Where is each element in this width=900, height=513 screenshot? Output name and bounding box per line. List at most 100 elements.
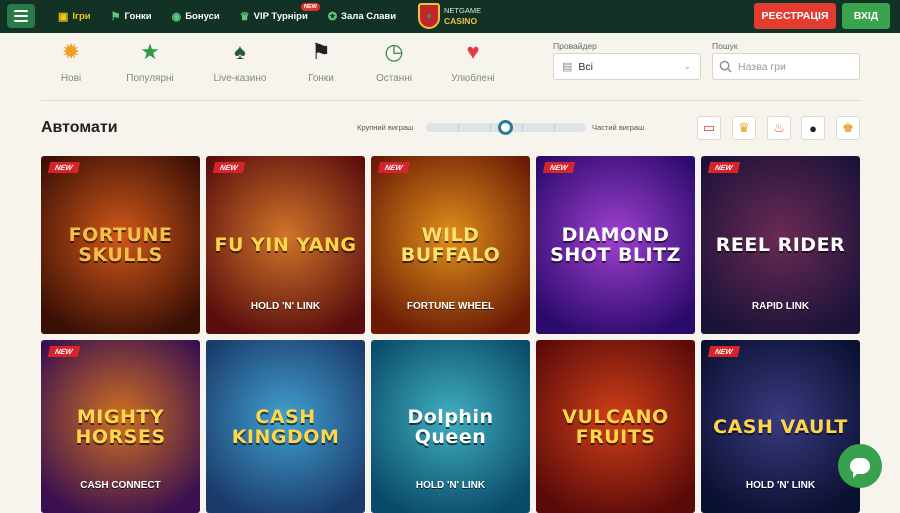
- nav-label: Бонуси: [185, 11, 220, 22]
- bomb-icon: ●: [809, 120, 817, 136]
- game-title: WILD BUFFALO: [400, 224, 501, 266]
- category-label: Гонки: [308, 73, 334, 84]
- new-badge-icon: ✹: [61, 39, 81, 64]
- nav-item-races[interactable]: ⚑ Гонки: [111, 10, 152, 23]
- game-subtitle: HOLD 'N' LINK: [745, 480, 816, 491]
- filter-trophy-button[interactable]: ♛: [732, 116, 756, 140]
- gamepad-icon: ▣: [58, 11, 69, 23]
- heart-icon: ♥: [466, 39, 480, 64]
- fire-icon: ♨: [773, 120, 785, 135]
- game-subtitle: HOLD 'N' LINK: [250, 301, 321, 312]
- logo-text: NETGAME CASINO: [444, 6, 481, 26]
- game-tile[interactable]: NEW MIGHTY HORSES CASH CONNECT: [41, 340, 200, 513]
- game-tile[interactable]: NEW REEL RIDER RAPID LINK: [701, 156, 860, 334]
- category-favorites[interactable]: ♥ Улюблені: [433, 35, 513, 84]
- new-badge: NEW: [542, 162, 575, 173]
- filter-fire-button[interactable]: ♨: [767, 116, 791, 140]
- category-popular[interactable]: ★ Популярні: [110, 35, 190, 84]
- volatility-low-label: Крупний виграш: [357, 123, 414, 132]
- flag-icon: ⚑: [110, 11, 121, 23]
- volatility-high-label: Частий виграш: [592, 123, 645, 132]
- category-new[interactable]: ✹ Нові: [31, 35, 111, 84]
- slider-knob[interactable]: [498, 120, 513, 135]
- volatility-slider[interactable]: [426, 120, 586, 135]
- game-title: Dolphin Queen: [407, 405, 494, 448]
- main-nav: ▣ Ігри ⚑ Гонки ◉ Бонуси ♛ VIP Турніри NE…: [58, 0, 416, 33]
- new-badge: NEW: [300, 3, 320, 11]
- game-title: CASH VAULT: [713, 415, 848, 438]
- game-subtitle: FORTUNE WHEEL: [406, 301, 495, 312]
- coin-icon: ◉: [171, 11, 182, 23]
- provider-icon: ▤: [562, 61, 573, 73]
- nav-label: Гонки: [124, 11, 152, 22]
- game-tile[interactable]: NEW FU YIN YANG HOLD 'N' LINK: [206, 156, 365, 334]
- logo-line1: NETGAME: [444, 6, 482, 15]
- game-subtitle: RAPID LINK: [751, 301, 810, 312]
- register-button[interactable]: РЕЄСТРАЦІЯ: [754, 3, 836, 29]
- category-label: Останні: [375, 73, 413, 84]
- game-tile[interactable]: NEW WILD BUFFALO FORTUNE WHEEL: [371, 156, 530, 334]
- logo-shield-icon: ♦: [418, 3, 440, 29]
- game-title: DIAMOND SHOT BLITZ: [550, 224, 681, 266]
- category-live-casino[interactable]: ♠ Live-казино: [200, 35, 280, 84]
- nav-label: VIP Турніри: [253, 11, 308, 22]
- filter-crown-button[interactable]: ♚: [836, 116, 860, 140]
- game-tile[interactable]: VULCANO FRUITS: [536, 340, 695, 513]
- nav-item-vip-tournaments[interactable]: ♛ VIP Турніри NEW: [239, 3, 320, 23]
- new-badge: NEW: [47, 346, 80, 357]
- category-label: Нові: [60, 73, 82, 84]
- clock-icon: ◷: [384, 39, 404, 64]
- star-icon: ★: [140, 39, 160, 64]
- nav-label: Ігри: [72, 11, 91, 22]
- slider-tick: [490, 124, 491, 131]
- nav-item-hall-of-fame[interactable]: ✪ Зала Слави: [328, 10, 396, 23]
- logo-line2: CASINO: [444, 16, 478, 26]
- category-races[interactable]: ⚑ Гонки: [281, 35, 361, 84]
- new-badge: NEW: [47, 162, 80, 173]
- new-badge: NEW: [707, 346, 740, 357]
- nav-item-bonuses[interactable]: ◉ Бонуси: [172, 10, 220, 23]
- checkered-flag-icon: ⚑: [311, 39, 331, 64]
- top-bar: ▣ Ігри ⚑ Гонки ◉ Бонуси ♛ VIP Турніри NE…: [0, 0, 900, 33]
- provider-value: Всі: [578, 60, 593, 73]
- search-box: [712, 53, 860, 80]
- category-label: Улюблені: [451, 73, 495, 84]
- section-title: Автомати: [41, 119, 118, 136]
- live-cards-icon: ♠: [234, 39, 246, 64]
- new-badge: NEW: [212, 162, 245, 173]
- filter-bomb-button[interactable]: ●: [801, 116, 825, 140]
- provider-select[interactable]: ▤ Всі ⌄: [553, 53, 701, 80]
- hamburger-menu-button[interactable]: [7, 4, 35, 28]
- trophy-icon: ♛: [738, 120, 750, 135]
- game-title: VULCANO FRUITS: [562, 405, 669, 448]
- chat-button[interactable]: [838, 444, 882, 488]
- game-tile[interactable]: CASH KINGDOM: [206, 340, 365, 513]
- game-title: FORTUNE SKULLS: [68, 224, 173, 266]
- game-tile[interactable]: NEW FORTUNE SKULLS: [41, 156, 200, 334]
- nav-item-games[interactable]: ▣ Ігри: [58, 10, 91, 23]
- nav-label: Зала Слави: [341, 11, 397, 22]
- game-tile[interactable]: Dolphin Queen HOLD 'N' LINK: [371, 340, 530, 513]
- provider-label: Провайдер: [553, 41, 597, 51]
- new-badge: NEW: [707, 162, 740, 173]
- site-logo[interactable]: ♦ NETGAME CASINO: [418, 3, 481, 29]
- game-title: FU YIN YANG: [214, 234, 357, 256]
- login-button[interactable]: ВХІД: [842, 3, 890, 29]
- slider-tick: [554, 124, 555, 131]
- game-subtitle: CASH CONNECT: [80, 480, 161, 491]
- search-input[interactable]: [738, 60, 848, 73]
- filter-vip-button[interactable]: ▭: [697, 116, 721, 140]
- new-badge: NEW: [377, 162, 410, 173]
- search-label: Пошук: [712, 41, 738, 51]
- game-title: MIGHTY HORSES: [75, 405, 166, 448]
- chat-bubble-icon: [850, 458, 870, 478]
- game-tile[interactable]: NEW DIAMOND SHOT BLITZ: [536, 156, 695, 334]
- search-icon: [719, 60, 732, 73]
- game-tile[interactable]: NEW CASH VAULT HOLD 'N' LINK: [701, 340, 860, 513]
- trophy-icon: ♛: [239, 11, 250, 23]
- slider-tick: [458, 124, 459, 131]
- category-recent[interactable]: ◷ Останні: [354, 35, 434, 84]
- game-title: CASH KINGDOM: [231, 405, 340, 448]
- chevron-down-icon: ⌄: [683, 61, 691, 71]
- category-bar: ✹ Нові ★ Популярні ♠ Live-казино ⚑ Гонки…: [0, 35, 540, 95]
